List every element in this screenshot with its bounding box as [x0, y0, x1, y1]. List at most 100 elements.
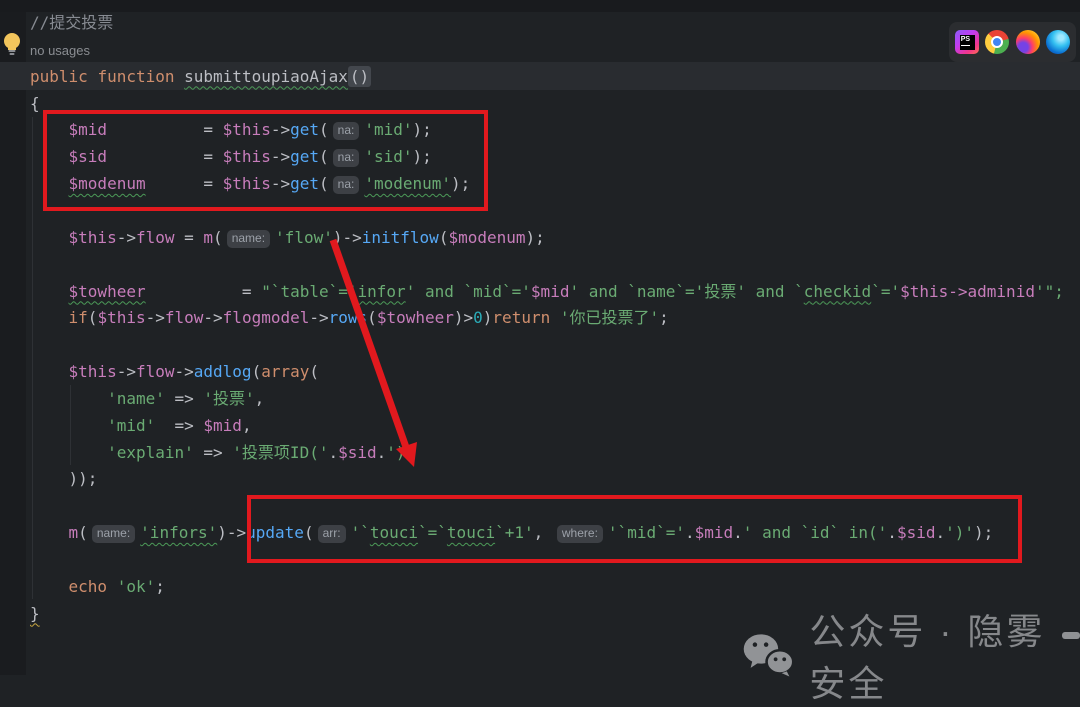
- code-line[interactable]: $towheer = "`table`='infor' and `mid`='$…: [30, 278, 1064, 305]
- code-token: ;: [659, 308, 669, 327]
- code-token: '";: [1035, 282, 1064, 301]
- code-token: `=`: [418, 523, 447, 542]
- code-line[interactable]: 'name' => '投票',: [30, 385, 264, 412]
- code-token: ->: [227, 523, 246, 542]
- code-line[interactable]: ));: [30, 465, 97, 492]
- code-token: ,: [534, 523, 553, 542]
- code-token: get: [290, 120, 319, 139]
- code-token: (: [309, 362, 319, 381]
- code-token: 'flow': [275, 228, 333, 247]
- code-line[interactable]: }: [30, 600, 40, 627]
- code-token: `=': [871, 282, 900, 301]
- code-token: ->: [117, 362, 136, 381]
- code-token: infor: [358, 282, 406, 301]
- code-token: ;: [155, 577, 165, 596]
- code-line[interactable]: $modenum = $this->get(na:'modenum');: [30, 170, 470, 197]
- code-token: (: [439, 228, 449, 247]
- code-token: $this: [69, 228, 117, 247]
- code-line[interactable]: $mid = $this->get(na:'mid');: [30, 116, 432, 143]
- code-line[interactable]: echo 'ok';: [30, 573, 165, 600]
- chrome-icon[interactable]: [985, 30, 1009, 54]
- inlay-hint[interactable]: na:: [333, 122, 360, 140]
- watermark-text: 公众号 · 隐雾安全: [809, 603, 1080, 707]
- code-line[interactable]: if($this->flow->flogmodel->rows($towheer…: [30, 304, 669, 331]
- code-token: =: [203, 147, 222, 166]
- code-token: (: [88, 308, 98, 327]
- code-token: ->: [271, 174, 290, 193]
- code-token: 'modenum': [364, 174, 451, 193]
- code-token: $this: [69, 362, 117, 381]
- code-token: =>: [155, 416, 203, 435]
- comment-line[interactable]: //提交投票: [30, 9, 113, 36]
- code-token: flow: [165, 308, 204, 327]
- watermark: 公众号 · 隐雾安全: [742, 603, 1080, 707]
- code-token: 'sid': [364, 147, 412, 166]
- code-token: [30, 120, 69, 139]
- code-token: 0: [473, 308, 483, 327]
- code-token: [146, 174, 204, 193]
- code-token: (): [348, 66, 371, 87]
- usages-hint[interactable]: no usages: [30, 36, 90, 63]
- edge-icon[interactable]: [1046, 30, 1070, 54]
- firefox-icon[interactable]: [1016, 30, 1040, 54]
- code-line[interactable]: m(name:'infors')->update(arr:'`touci`=`t…: [30, 519, 993, 546]
- code-token: flow: [136, 362, 175, 381]
- inlay-hint[interactable]: na:: [333, 149, 360, 167]
- code-token: ): [217, 523, 227, 542]
- phpstorm-ps-badge: PS: [960, 35, 975, 50]
- code-token: 'ok': [117, 577, 156, 596]
- code-token: no usages: [30, 43, 90, 58]
- code-token: initflow: [362, 228, 439, 247]
- code-token: [30, 362, 69, 381]
- function-signature-line[interactable]: public function submittoupiaoAjax(): [30, 63, 371, 90]
- code-token: .: [733, 523, 743, 542]
- code-token: ' and `id` in(': [743, 523, 888, 542]
- code-token: =: [203, 120, 222, 139]
- code-token: '投票项ID(': [232, 443, 328, 462]
- phpstorm-icon[interactable]: PS: [955, 30, 979, 54]
- inlay-hint[interactable]: arr:: [318, 525, 346, 543]
- code-line[interactable]: $this->flow->addlog(array(: [30, 358, 319, 385]
- code-token: =>: [165, 389, 204, 408]
- code-token: ,: [242, 416, 252, 435]
- code-line[interactable]: 'mid' => $mid,: [30, 412, 252, 439]
- code-token: ->: [271, 147, 290, 166]
- code-token: flow: [136, 228, 175, 247]
- inlay-hint[interactable]: na:: [333, 176, 360, 194]
- code-token: $modenum: [69, 174, 146, 193]
- code-token: $sid: [897, 523, 936, 542]
- code-token: return: [492, 308, 550, 327]
- code-token: );: [451, 174, 470, 193]
- code-editor[interactable]: //提交投票 no usages public function submittou…: [0, 0, 1080, 675]
- code-token: "`table`=': [261, 282, 357, 301]
- code-token: (: [367, 308, 377, 327]
- code-token: )>: [454, 308, 473, 327]
- code-token: 'name': [107, 389, 165, 408]
- code-token: [30, 389, 107, 408]
- code-token: $sid: [69, 147, 108, 166]
- code-line[interactable]: $this->flow = m(name:'flow')->initflow($…: [30, 224, 545, 251]
- code-token: get: [290, 147, 319, 166]
- code-token: '`: [351, 523, 370, 542]
- inlay-hint[interactable]: name:: [92, 525, 135, 543]
- code-token: .: [887, 523, 897, 542]
- code-token: [107, 577, 117, 596]
- code-token: $this: [223, 174, 271, 193]
- code-token: $sid: [338, 443, 377, 462]
- code-token: $mid: [531, 282, 570, 301]
- inlay-hint[interactable]: where:: [557, 525, 603, 543]
- code-line[interactable]: {: [30, 90, 40, 117]
- code-line[interactable]: 'explain' => '投票项ID('.$sid.')': [30, 439, 415, 466]
- code-token: ->: [309, 308, 328, 327]
- code-token: rows: [329, 308, 368, 327]
- wechat-icon: [742, 629, 795, 681]
- code-token: '你已投票了': [560, 308, 659, 327]
- code-token: ->: [203, 308, 222, 327]
- inlay-hint[interactable]: name:: [227, 230, 270, 248]
- code-token: ' and `name`='投票' and `: [569, 282, 803, 301]
- code-token: 'explain': [107, 443, 194, 462]
- code-token: (: [319, 147, 329, 166]
- code-token: echo: [69, 577, 108, 596]
- code-token: [30, 174, 69, 193]
- code-line[interactable]: $sid = $this->get(na:'sid');: [30, 143, 432, 170]
